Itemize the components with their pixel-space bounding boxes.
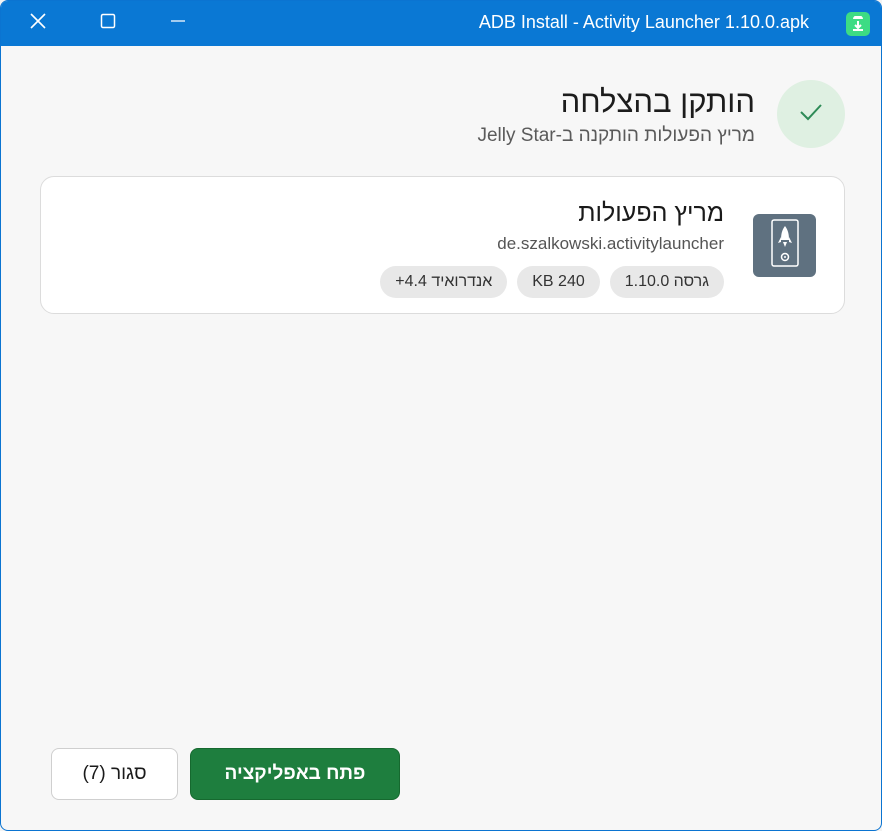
page-title: הותקן בהצלחה [560,84,755,119]
min-android-chip: אנדרואיד 4.4+ [380,266,508,298]
checkmark-icon [798,99,824,130]
app-info-card: מריץ הפעולות de.szalkowski.activitylaunc… [40,176,845,314]
close-button[interactable]: סגור (7) [51,748,178,800]
package-name: de.szalkowski.activitylauncher [497,234,724,253]
app-icon [753,214,816,277]
adb-install-window: ADB Install - Activity Launcher 1.10.0.a… [0,0,882,831]
rocket-icon [768,218,802,273]
adb-install-app-icon [846,12,870,36]
minimize-icon [170,13,186,34]
version-chip: גרסה 1.10.0 [609,266,724,298]
app-name: מריץ הפעולות [578,199,724,227]
maximize-window-button[interactable] [73,1,143,46]
title-bar: ADB Install - Activity Launcher 1.10.0.a… [1,1,881,46]
app-details-chips: גרסה 1.10.0 240 KB אנדרואיד 4.4+ [380,266,724,298]
maximize-icon [100,13,116,34]
install-status-header: הותקן בהצלחה מריץ הפעולות הותקנה ב-Jelly… [1,46,881,166]
size-chip: 240 KB [517,266,600,298]
success-status [777,80,845,148]
window-title: ADB Install - Activity Launcher 1.10.0.a… [478,12,809,32]
close-icon [29,12,47,35]
close-window-button[interactable] [3,1,73,46]
open-app-button[interactable]: פתח באפליקציה [190,748,400,800]
install-subtitle: מריץ הפעולות הותקנה ב-Jelly Star [477,125,755,146]
minimize-window-button[interactable] [143,1,213,46]
